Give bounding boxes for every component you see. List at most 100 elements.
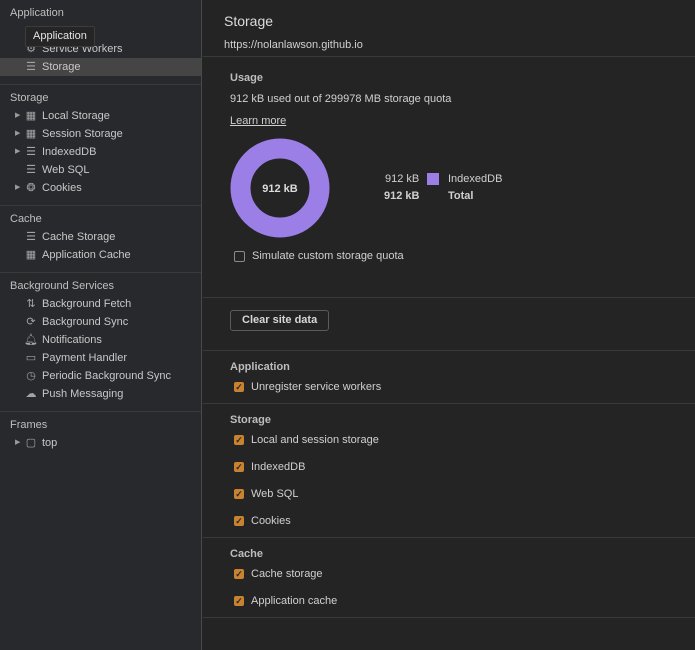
option-cookies[interactable]: ✓ Cookies [230, 507, 695, 534]
sidebar-item-label: Storage [42, 61, 81, 73]
database-icon: ☰ [26, 164, 36, 176]
sidebar-item-cookies[interactable]: ▶ ❂ Cookies [0, 179, 201, 197]
option-label: Unregister service workers [251, 380, 382, 393]
sidebar-item-label: Local Storage [42, 110, 110, 122]
option-indexeddb[interactable]: ✓ IndexedDB [230, 453, 695, 480]
sync-icon: ⟳ [26, 316, 36, 328]
usage-donut-chart: 912 kB [230, 138, 330, 238]
table-icon: ▦ [25, 110, 37, 122]
origin-url: https://nolanlawson.github.io [224, 39, 363, 51]
option-label: Application cache [251, 594, 338, 607]
page-title: Storage [224, 13, 274, 29]
option-unregister-service-workers[interactable]: ✓ Unregister service workers [230, 373, 695, 400]
option-label: IndexedDB [251, 460, 306, 473]
sidebar-item-label: Notifications [42, 334, 102, 346]
clear-section: Clear site data [203, 298, 695, 351]
clear-site-data-button[interactable]: Clear site data [230, 310, 330, 331]
sidebar-section-cache: Cache ☰ Cache Storage ▦ Application Cache [0, 206, 201, 273]
sidebar-item-label: Background Fetch [42, 298, 132, 310]
up-down-arrows-icon: ⇅ [26, 298, 36, 310]
sidebar-item-local-storage[interactable]: ▶ ▦ Local Storage [0, 107, 201, 125]
clock-icon: ◷ [26, 370, 36, 382]
simulate-quota-checkbox[interactable]: Simulate custom storage quota [234, 250, 404, 262]
sidebar-item-label: Session Storage [42, 128, 123, 140]
option-application-cache[interactable]: ✓ Application cache [230, 587, 695, 614]
sidebar-item-label: Cookies [42, 182, 82, 194]
learn-more-link[interactable]: Learn more [230, 115, 286, 127]
sidebar-item-label: Background Sync [42, 316, 129, 328]
sidebar-section-frames: Frames ▶ ▢ top [0, 412, 201, 460]
checkbox-checked[interactable]: ✓ [234, 488, 244, 499]
expand-arrow-icon[interactable]: ▶ [15, 434, 23, 452]
sidebar-item-push-messaging[interactable]: ☁ Push Messaging [0, 385, 201, 403]
sidebar: Application▤Manifest⚙Service Workers☰Sto… [0, 0, 202, 650]
credit-card-icon: ▭ [25, 352, 37, 364]
option-web-sql[interactable]: ✓ Web SQL [230, 480, 695, 507]
sidebar-item-background-sync[interactable]: ⟳ Background Sync [0, 313, 201, 331]
database-icon: ☰ [26, 231, 36, 243]
cloud-icon: ☁ [25, 388, 37, 400]
sidebar-section-title: Cache [10, 213, 42, 225]
sidebar-item-payment-handler[interactable]: ▭ Payment Handler [0, 349, 201, 367]
bell-icon: 🔔︎ [24, 334, 38, 346]
clear-group-storage: Storage ✓ Local and session storage ✓ Indexe… [203, 404, 695, 538]
checkbox-checked[interactable]: ✓ [234, 434, 244, 445]
sidebar-item-top[interactable]: ▶ ▢ top [0, 434, 201, 452]
sidebar-item-web-sql[interactable]: ☰ Web SQL [0, 161, 201, 179]
group-title: Cache [230, 548, 264, 560]
expand-arrow-icon[interactable]: ▶ [15, 125, 23, 143]
sidebar-item-indexeddb[interactable]: ▶ ☰ IndexedDB [0, 143, 201, 161]
legend-row-indexeddb: 912 kB IndexedDB [373, 173, 573, 190]
sidebar-item-label: Cache Storage [42, 231, 116, 243]
expand-arrow-icon[interactable]: ▶ [15, 143, 23, 161]
sidebar-section-title: Frames [10, 419, 48, 431]
expand-arrow-icon[interactable]: ▶ [15, 107, 23, 125]
legend-name: IndexedDB [448, 173, 503, 185]
group-title: Storage [230, 414, 271, 426]
sidebar-item-periodic-background-sync[interactable]: ◷ Periodic Background Sync [0, 367, 201, 385]
frame-icon: ▢ [25, 437, 37, 449]
checkbox-checked[interactable]: ✓ [234, 595, 244, 606]
sidebar-item-notifications[interactable]: 🔔︎ Notifications [0, 331, 201, 349]
legend-value: 912 kB [385, 173, 420, 185]
database-icon: ☰ [26, 61, 36, 73]
option-label: Web SQL [251, 487, 299, 500]
checkbox-unchecked[interactable] [234, 250, 245, 262]
sidebar-item-session-storage[interactable]: ▶ ▦ Session Storage [0, 125, 201, 143]
table-icon: ▦ [25, 249, 37, 261]
sidebar-item-label: Application Cache [42, 249, 131, 261]
sidebar-section-title: Application [10, 7, 64, 19]
sidebar-item-background-fetch[interactable]: ⇅ Background Fetch [0, 295, 201, 313]
checkbox-checked[interactable]: ✓ [234, 568, 244, 579]
option-cache-storage[interactable]: ✓ Cache storage [230, 560, 695, 587]
sidebar-section-background-services: Background Services ⇅ Background Fetch ⟳ Bac… [0, 273, 201, 412]
table-icon: ▦ [25, 128, 37, 140]
option-label: Local and session storage [251, 433, 379, 446]
option-label: Cache storage [251, 567, 323, 580]
storage-header: Storage https://nolanlawson.github.io [203, 0, 695, 57]
clear-group-application: Application ✓ Unregister service workers [203, 351, 695, 404]
donut-center-label: 912 kB [262, 183, 298, 195]
simulate-quota-label: Simulate custom storage quota [252, 250, 404, 262]
group-title: Application [230, 361, 290, 373]
sidebar-item-storage[interactable]: ☰ Storage [0, 58, 201, 76]
main-panel: Storage https://nolanlawson.github.io Us… [203, 0, 695, 650]
usage-legend: 912 kB IndexedDB 912 kB Total [373, 173, 573, 207]
sidebar-item-label: Web SQL [42, 164, 90, 176]
legend-total-value: 912 kB [384, 190, 420, 202]
sidebar-item-cache-storage[interactable]: ☰ Cache Storage [0, 228, 201, 246]
option-local-and-session-storage[interactable]: ✓ Local and session storage [230, 426, 695, 453]
legend-total-name: Total [448, 190, 474, 202]
checkbox-checked[interactable]: ✓ [234, 381, 244, 392]
checkbox-checked[interactable]: ✓ [234, 461, 244, 472]
usage-title: Usage [230, 72, 264, 84]
sidebar-item-label: IndexedDB [42, 146, 97, 158]
database-icon: ☰ [26, 146, 36, 158]
sidebar-item-label: Payment Handler [42, 352, 127, 364]
expand-arrow-icon[interactable]: ▶ [15, 179, 23, 197]
checkbox-checked[interactable]: ✓ [234, 515, 244, 526]
legend-swatch [427, 173, 439, 185]
clear-group-cache: Cache ✓ Cache storage ✓ Application cache [203, 538, 695, 618]
sidebar-section-storage: Storage ▶ ▦ Local Storage ▶ ▦ Session Storage ▶… [0, 85, 201, 206]
sidebar-item-application-cache[interactable]: ▦ Application Cache [0, 246, 201, 264]
